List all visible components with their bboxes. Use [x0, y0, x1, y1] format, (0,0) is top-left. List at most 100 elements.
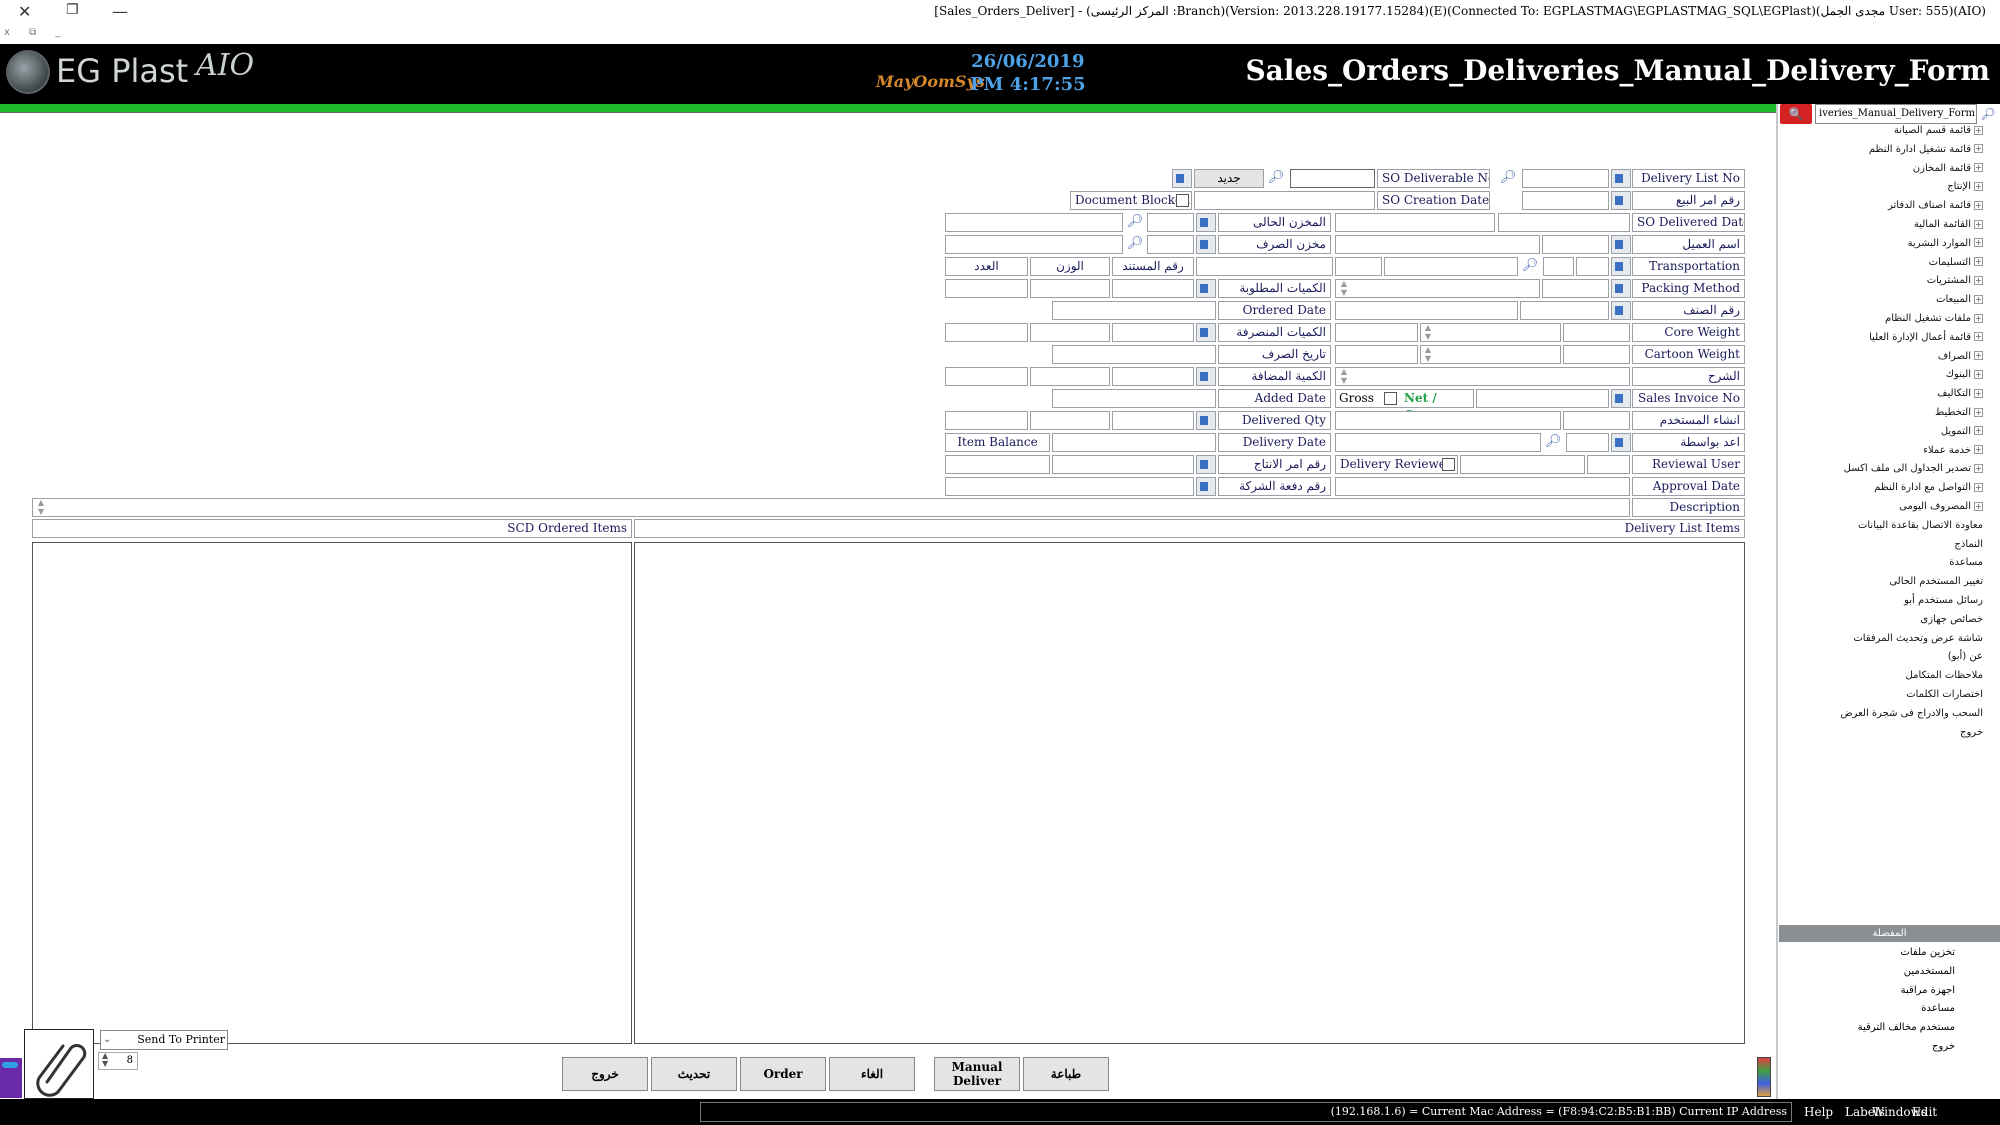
search-icon[interactable]: 🔎︎ [1520, 257, 1540, 276]
delivered-qty-count-input[interactable] [945, 411, 1028, 430]
menu-tree-item[interactable]: قائمة أعمال الإدارة العليا + [1869, 329, 1983, 347]
menu-tree-item[interactable]: التخطيط + [1935, 404, 1983, 422]
stepper-arrows-icon[interactable]: ▲ ▼ [102, 1052, 108, 1068]
menu-tree-item[interactable]: القائمة المالية + [1914, 216, 1983, 234]
expand-icon[interactable]: + [1974, 445, 1983, 455]
menu-tree-item[interactable]: السحب والادراج فى شجرة العرض [1840, 705, 1983, 723]
reviewal-user-input[interactable] [1587, 455, 1630, 474]
color-legend-icon[interactable] [1757, 1057, 1771, 1097]
search-icon[interactable]: 🔎︎ [1978, 104, 1998, 124]
info-button[interactable] [1611, 301, 1631, 320]
spinner-icon[interactable]: ▲ ▼ [1339, 367, 1349, 386]
added-qty-count-input[interactable] [945, 367, 1028, 386]
print-button[interactable]: طباعة [1023, 1057, 1109, 1091]
expand-icon[interactable]: + [1974, 257, 1983, 267]
info-button[interactable] [1611, 257, 1631, 276]
menu-tree-item[interactable]: مساعدة [1949, 554, 1983, 572]
expand-icon[interactable]: + [1974, 238, 1983, 248]
menu-help[interactable]: Help [1804, 1105, 1833, 1119]
menu-tree-item[interactable]: التواصل مع ادارة النظم + [1874, 479, 1983, 497]
copies-stepper[interactable]: ▲ ▼ 8 [98, 1052, 138, 1070]
menu-tree-item[interactable]: خصائص جهازى [1920, 611, 1983, 629]
customer-code-input[interactable] [1542, 235, 1609, 254]
expand-icon[interactable]: + [1974, 181, 1983, 191]
exit-button[interactable]: خروج [562, 1057, 648, 1091]
menu-labels[interactable]: Labels [1845, 1105, 1885, 1119]
required-qty-weight-input[interactable] [1030, 279, 1110, 298]
added-date-input[interactable] [1052, 389, 1216, 408]
scd-ordered-items-grid[interactable] [32, 542, 632, 1044]
new-button[interactable]: جديد [1194, 169, 1264, 188]
cartoon-weight-extra-input[interactable] [1335, 345, 1418, 364]
transportation-code-input[interactable] [1576, 257, 1609, 276]
created-by-name-input[interactable] [1335, 411, 1561, 430]
expand-icon[interactable]: + [1974, 501, 1983, 511]
menu-tree-item[interactable]: التكاليف + [1937, 385, 1983, 403]
menu-tree-item[interactable]: اختصارات الكلمات [1906, 686, 1983, 704]
info-button[interactable] [1196, 367, 1216, 386]
info-button[interactable] [1196, 455, 1216, 474]
packing-method-input[interactable] [1542, 279, 1609, 298]
search-icon[interactable]: 🔎︎ [1125, 213, 1145, 232]
favorites-item[interactable]: اجهزة مراقبة [1901, 982, 1955, 1000]
delivered-qty-doc-input[interactable] [1112, 411, 1194, 430]
menu-tree[interactable]: قائمة قسم الصيانة + قائمة تشغيل ادارة النظ… [1779, 122, 1983, 922]
expand-icon[interactable]: + [1974, 407, 1983, 417]
menu-search-input[interactable]: iveries_Manual_Delivery_Form [1815, 104, 1977, 124]
document-blocked-checkbox[interactable] [1176, 194, 1189, 207]
item-name-input[interactable] [1335, 301, 1518, 320]
production-order-no-input[interactable] [1052, 455, 1194, 474]
reviewal-user-name-input[interactable] [1460, 455, 1585, 474]
spinner-icon[interactable]: ▲ ▼ [1423, 345, 1433, 364]
net-gross-checkbox[interactable] [1384, 392, 1397, 405]
customer-name-input[interactable] [1335, 235, 1540, 254]
spinner-icon[interactable]: ▲ ▼ [1339, 279, 1349, 298]
delivery-list-no-input[interactable] [1522, 169, 1609, 188]
core-weight-extra-input[interactable] [1335, 323, 1418, 342]
info-button[interactable] [1196, 235, 1216, 254]
info-button[interactable] [1611, 169, 1631, 188]
delivery-date-input[interactable] [1052, 433, 1216, 452]
menu-tree-item[interactable]: التسليمات + [1929, 254, 1983, 272]
issued-qty-count-input[interactable] [945, 323, 1028, 342]
menu-edit[interactable]: Edit [1912, 1105, 1937, 1119]
item-balance-input[interactable] [945, 455, 1050, 474]
menu-tree-item[interactable]: الصراف + [1938, 348, 1983, 366]
menu-tree-item[interactable]: ملفات تشغيل النظام + [1885, 310, 1983, 328]
current-store-code-input[interactable] [1147, 213, 1194, 232]
menu-tree-item[interactable]: الموارد البشرية + [1908, 235, 1983, 253]
favorites-item[interactable]: مساعدة [1921, 1000, 1955, 1018]
expand-icon[interactable]: + [1974, 369, 1983, 379]
menu-tree-item[interactable]: قائمة اصناف الدفاتر + [1888, 197, 1983, 215]
prepared-by-name-input[interactable] [1335, 433, 1541, 452]
search-icon[interactable]: 🔎︎ [1125, 235, 1145, 254]
favorites-item[interactable]: مستخدم مخالف الترقية [1858, 1019, 1955, 1037]
expand-icon[interactable]: + [1974, 351, 1983, 361]
expand-icon[interactable]: + [1974, 163, 1983, 173]
issued-qty-weight-input[interactable] [1030, 323, 1110, 342]
expand-icon[interactable]: + [1974, 463, 1983, 473]
info-button[interactable] [1196, 477, 1216, 496]
sales-invoice-no-input[interactable] [1476, 389, 1609, 408]
expand-icon[interactable]: + [1974, 482, 1983, 492]
search-icon[interactable]: 🔎︎ [1543, 433, 1563, 452]
current-store-extra-input[interactable] [1335, 213, 1495, 232]
added-qty-doc-input[interactable] [1112, 367, 1194, 386]
spinner-icon[interactable]: ▲ ▼ [36, 498, 46, 517]
refresh-button[interactable]: تحديث [651, 1057, 737, 1091]
menu-tree-item[interactable]: عن (أبو) [1948, 648, 1983, 666]
issued-qty-doc-input[interactable] [1112, 323, 1194, 342]
expand-icon[interactable]: + [1974, 200, 1983, 210]
expand-icon[interactable]: + [1974, 332, 1983, 342]
expand-icon[interactable]: + [1974, 426, 1983, 436]
menu-tree-item[interactable]: النماذج [1954, 536, 1983, 554]
required-qty-count-input[interactable] [945, 279, 1028, 298]
chevron-down-icon[interactable]: ⌄ [103, 1031, 111, 1049]
attachment-button[interactable] [24, 1029, 94, 1099]
order-button[interactable]: Order [740, 1057, 826, 1091]
packing-method-name-input[interactable] [1335, 279, 1540, 298]
added-qty-weight-input[interactable] [1030, 367, 1110, 386]
menu-tree-item[interactable]: الإنتاج + [1947, 178, 1983, 196]
menu-tree-item[interactable]: ملاحظات المتكامل [1906, 667, 1983, 685]
cartoon-weight-input[interactable] [1563, 345, 1630, 364]
